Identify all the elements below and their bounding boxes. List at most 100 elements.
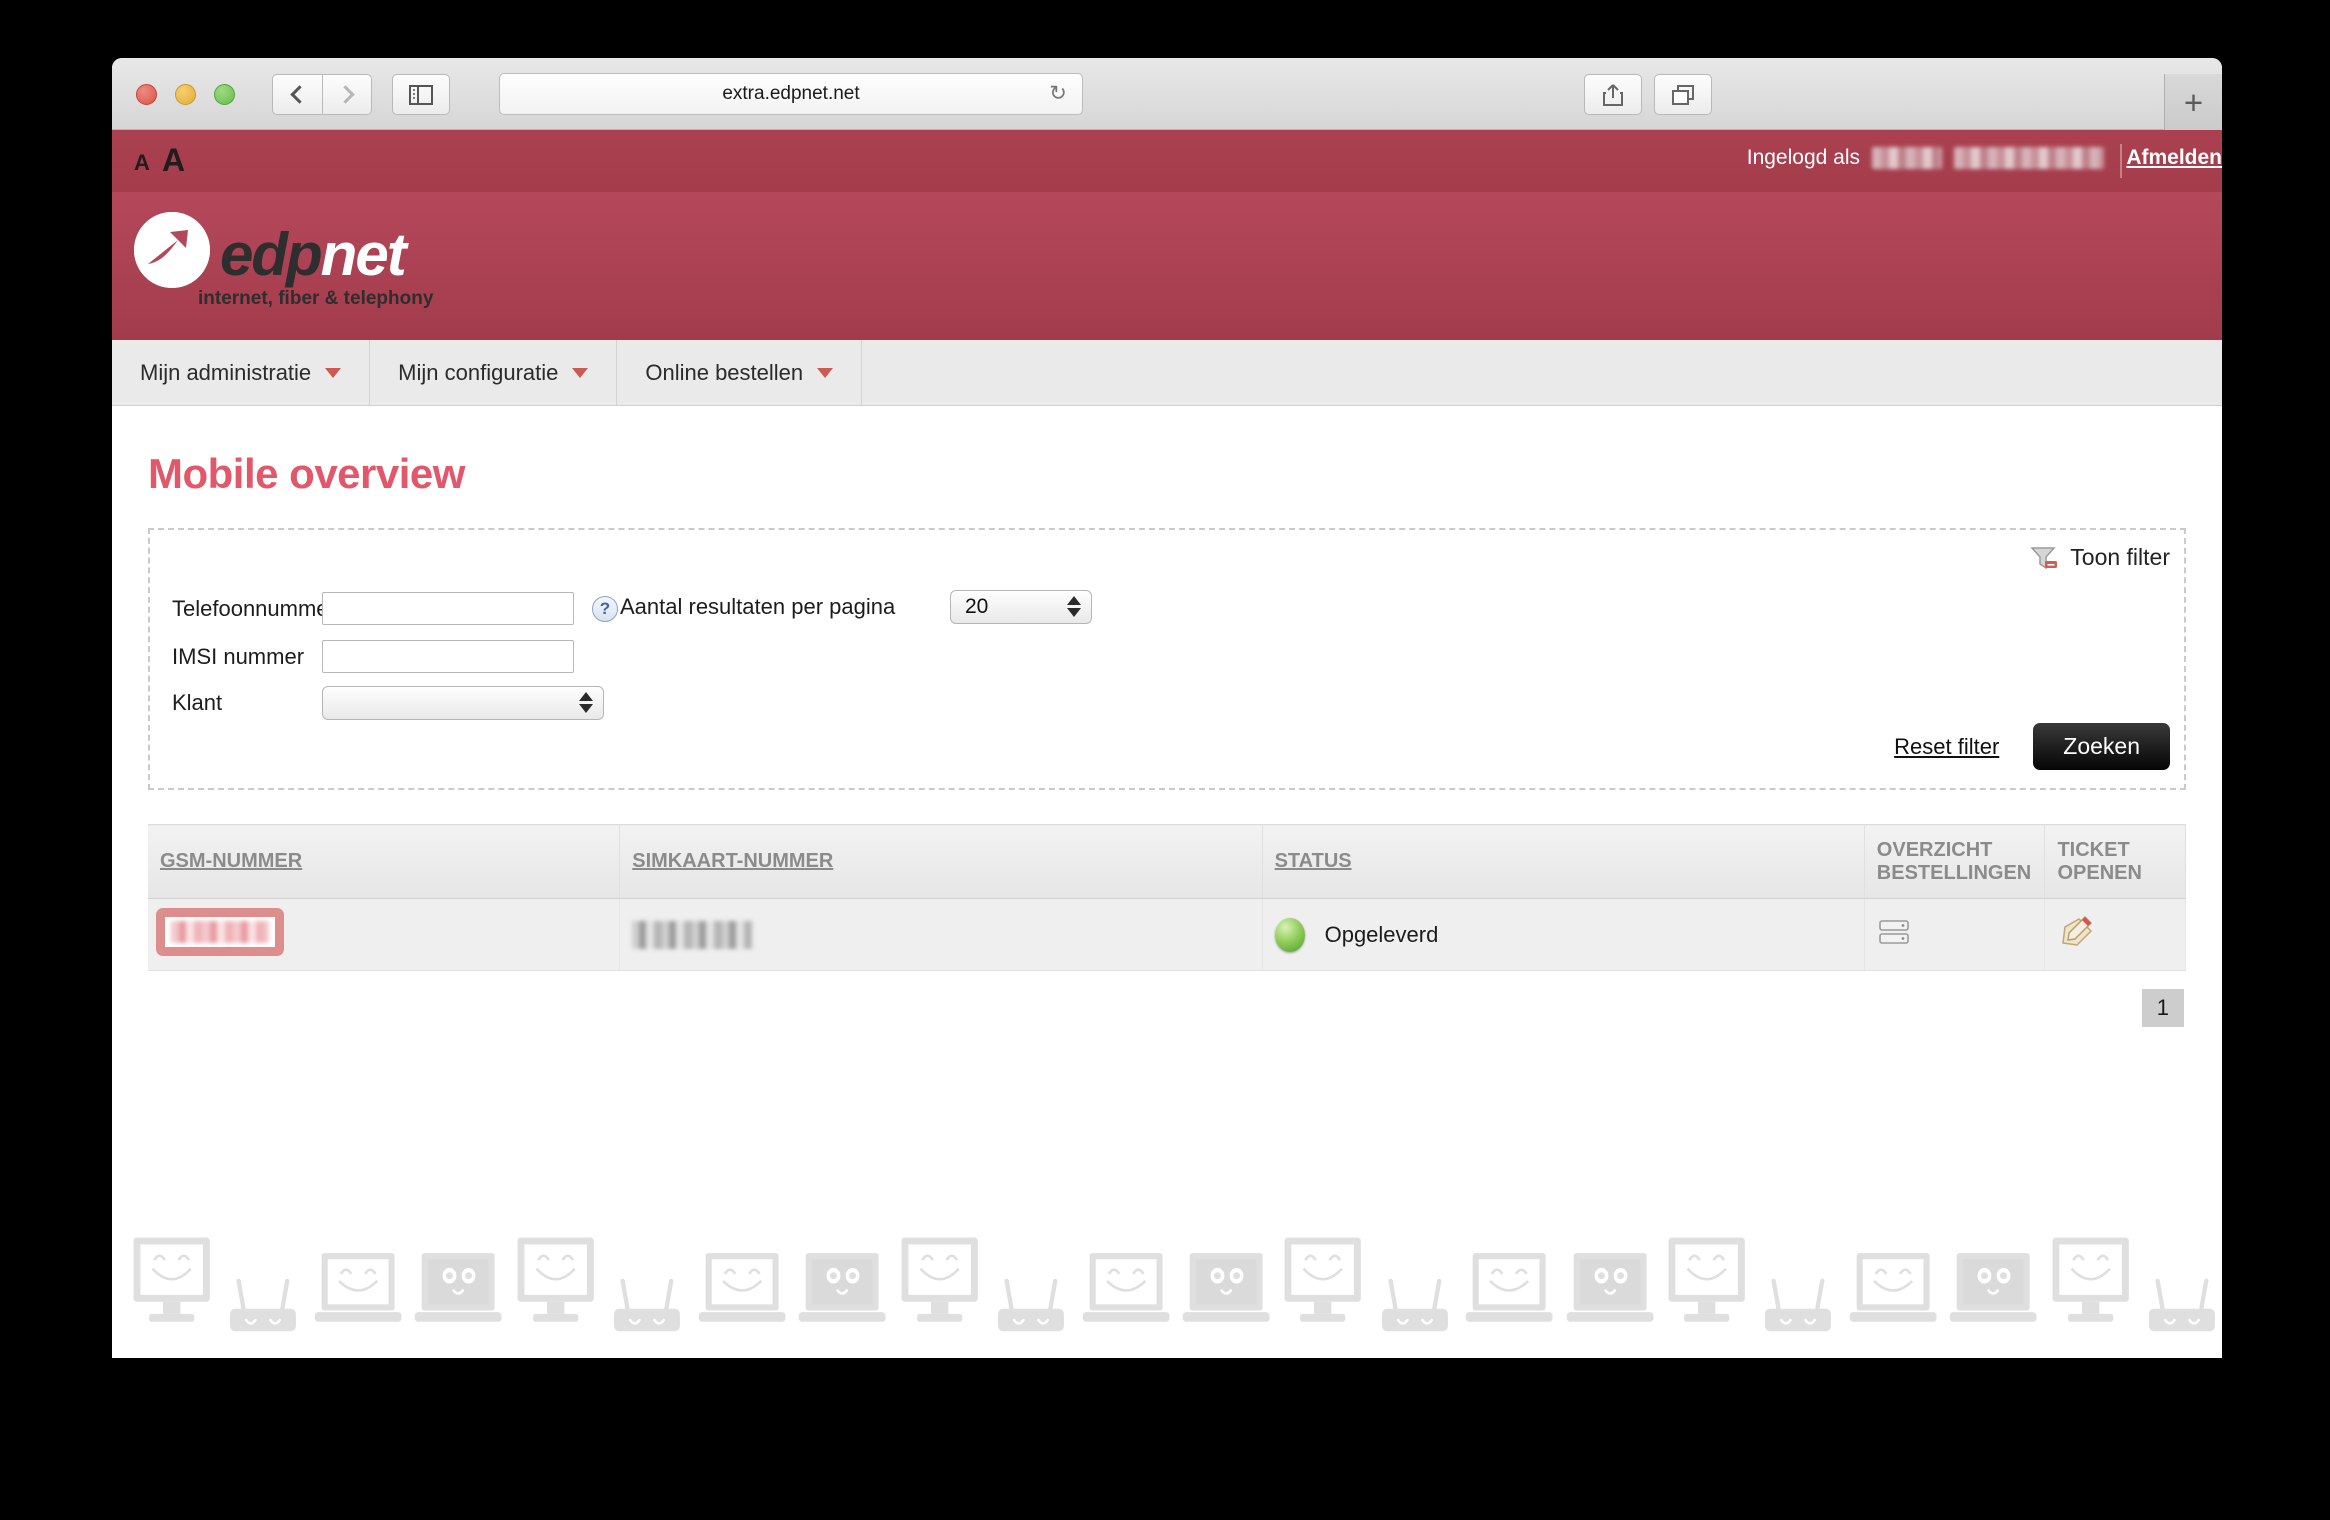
logo-word-net: net [320, 221, 407, 288]
logged-in-info: Ingelogd als [1747, 146, 2104, 170]
minimize-window-button[interactable] [175, 84, 196, 105]
imsi-nummer-label: IMSI nummer [172, 643, 305, 669]
gsm-nummer-redacted [165, 916, 275, 947]
telefoonnummer-row: Telefoonnummer ? [172, 592, 618, 625]
show-tabs-icon [1672, 84, 1694, 105]
mobile-overview-table: GSM-NUMMER SIMKAART-NUMMER STATUS OVERZI… [148, 824, 2186, 971]
url-text: extra.edpnet.net [722, 83, 860, 104]
browser-titlebar: extra.edpnet.net ↻ + [112, 58, 2222, 130]
imsi-nummer-input[interactable] [322, 640, 574, 673]
show-tabs-button[interactable] [1654, 74, 1712, 115]
logout-link[interactable]: Afmelden [2126, 146, 2222, 170]
filter-actions: Reset filter Zoeken [1894, 723, 2170, 770]
imsi-nummer-row: IMSI nummer [172, 640, 574, 673]
divider [2120, 144, 2122, 178]
column-header-ticket-openen: TICKET OPENEN [2044, 824, 2186, 899]
sidebar-toggle-icon [409, 84, 433, 105]
cell-gsm-nummer[interactable] [148, 898, 621, 971]
main-navigation: Mijn administratie Mijn configuratie Onl… [112, 340, 2222, 406]
table-header-row: GSM-NUMMER SIMKAART-NUMMER STATUS OVERZI… [148, 824, 2186, 899]
filter-panel: Toon filter Telefoonnummer ? IMSI nummer… [148, 528, 2186, 790]
pagination: 1 [148, 971, 2186, 1027]
brand-header: edpnet internet, fiber & telephony [112, 192, 2222, 340]
orders-overview-icon[interactable] [1877, 919, 1911, 952]
klant-row: Klant [172, 686, 604, 720]
logged-in-user-redacted [1872, 147, 1942, 169]
results-per-page-select[interactable]: 20 [950, 590, 1092, 624]
page-number-1[interactable]: 1 [2141, 989, 2184, 1027]
table-row[interactable]: Opgeleverd [148, 898, 2186, 971]
column-label: GSM-NUMMER [160, 850, 303, 872]
font-size-large-button[interactable]: A [162, 142, 185, 179]
edpnet-arrow-logo-icon [134, 212, 210, 288]
stepper-arrows-icon [1067, 596, 1081, 617]
column-header-status[interactable]: STATUS [1262, 824, 1865, 899]
nav-item-mijn-configuratie[interactable]: Mijn configuratie [370, 340, 618, 405]
open-ticket-pencil-icon[interactable] [2057, 915, 2097, 956]
chevron-down-icon [325, 367, 342, 378]
column-header-gsm-nummer[interactable]: GSM-NUMMER [148, 824, 621, 899]
forward-chevron-icon [335, 85, 355, 104]
klant-label: Klant [172, 690, 223, 715]
new-tab-button[interactable]: + [2164, 74, 2222, 130]
utility-bar: A A Ingelogd als Afmelden [112, 130, 2222, 192]
klant-select[interactable] [322, 686, 604, 720]
logo-wordmark: edpnet [220, 212, 407, 289]
back-button[interactable] [272, 74, 322, 115]
toggle-filter-button[interactable]: Toon filter [2030, 544, 2170, 571]
browser-window: extra.edpnet.net ↻ + A A Ingelogd als Af… [112, 58, 2222, 1358]
font-size-small-button[interactable]: A [134, 150, 150, 176]
address-bar[interactable]: extra.edpnet.net ↻ [499, 73, 1083, 115]
telefoonnummer-label: Telefoonnummer [172, 595, 336, 621]
cell-overzicht-bestellingen[interactable] [1864, 898, 2046, 971]
help-question-icon[interactable]: ? [592, 595, 618, 622]
search-button[interactable]: Zoeken [2033, 723, 2170, 770]
nav-item-online-bestellen[interactable]: Online bestellen [617, 340, 863, 405]
edpnet-logo[interactable]: edpnet [134, 212, 407, 289]
chevron-down-icon [572, 367, 589, 378]
nav-label: Online bestellen [645, 359, 804, 385]
logo-word-edp: edp [220, 221, 323, 288]
logo-tagline: internet, fiber & telephony [198, 288, 434, 309]
page-content: Mobile overview Toon filter Telefoonnumm… [112, 406, 2222, 1358]
forward-button[interactable] [322, 74, 372, 115]
results-per-page-label: Aantal resultaten per pagina [620, 594, 896, 619]
page-title: Mobile overview [148, 450, 465, 497]
smiling-devices-pattern-icon [112, 1228, 2222, 1358]
nav-label: Mijn administratie [140, 359, 312, 385]
reset-filter-link[interactable]: Reset filter [1894, 734, 1999, 760]
share-button[interactable] [1584, 74, 1642, 115]
column-label: SIMKAART-NUMMER [632, 850, 834, 872]
status-indicator-icon [1274, 917, 1305, 952]
status-label: Opgeleverd [1324, 921, 1439, 947]
cell-simkaart-nummer [619, 898, 1263, 971]
logged-in-user-redacted-2 [1954, 147, 2104, 169]
simkaart-nummer-redacted [632, 920, 753, 949]
maximize-window-button[interactable] [214, 84, 235, 105]
gsm-nummer-highlight[interactable] [156, 907, 284, 956]
toggle-filter-label: Toon filter [2070, 544, 2170, 570]
cell-ticket-openen[interactable] [2044, 898, 2186, 971]
chevron-down-icon [817, 367, 834, 378]
web-page: A A Ingelogd als Afmelden edpnet interne… [112, 130, 2222, 1358]
results-per-page-row: Aantal resultaten per pagina 20 [620, 590, 1092, 624]
stepper-arrows-icon [579, 692, 593, 713]
cell-status: Opgeleverd [1262, 898, 1865, 971]
table-header: GSM-NUMMER SIMKAART-NUMMER STATUS OVERZI… [148, 824, 2186, 899]
logged-in-label: Ingelogd als [1746, 146, 1860, 169]
column-label: STATUS [1274, 850, 1352, 872]
table-body: Opgeleverd [148, 898, 2186, 971]
nav-item-mijn-administratie[interactable]: Mijn administratie [112, 340, 371, 405]
close-window-button[interactable] [136, 84, 157, 105]
reload-button[interactable]: ↻ [1046, 83, 1070, 107]
column-header-simkaart-nummer[interactable]: SIMKAART-NUMMER [619, 824, 1263, 899]
telefoonnummer-input[interactable] [322, 592, 574, 625]
results-per-page-value: 20 [965, 595, 989, 618]
sidebar-toggle-button[interactable] [392, 74, 450, 115]
column-header-overzicht-bestellingen: OVERZICHT BESTELLINGEN [1864, 824, 2046, 899]
column-label: TICKET OPENEN [2057, 838, 2142, 884]
nav-label: Mijn configuratie [398, 359, 559, 385]
column-label: OVERZICHT BESTELLINGEN [1876, 838, 2032, 884]
back-chevron-icon [290, 85, 309, 104]
filter-funnel-icon [2030, 545, 2058, 571]
